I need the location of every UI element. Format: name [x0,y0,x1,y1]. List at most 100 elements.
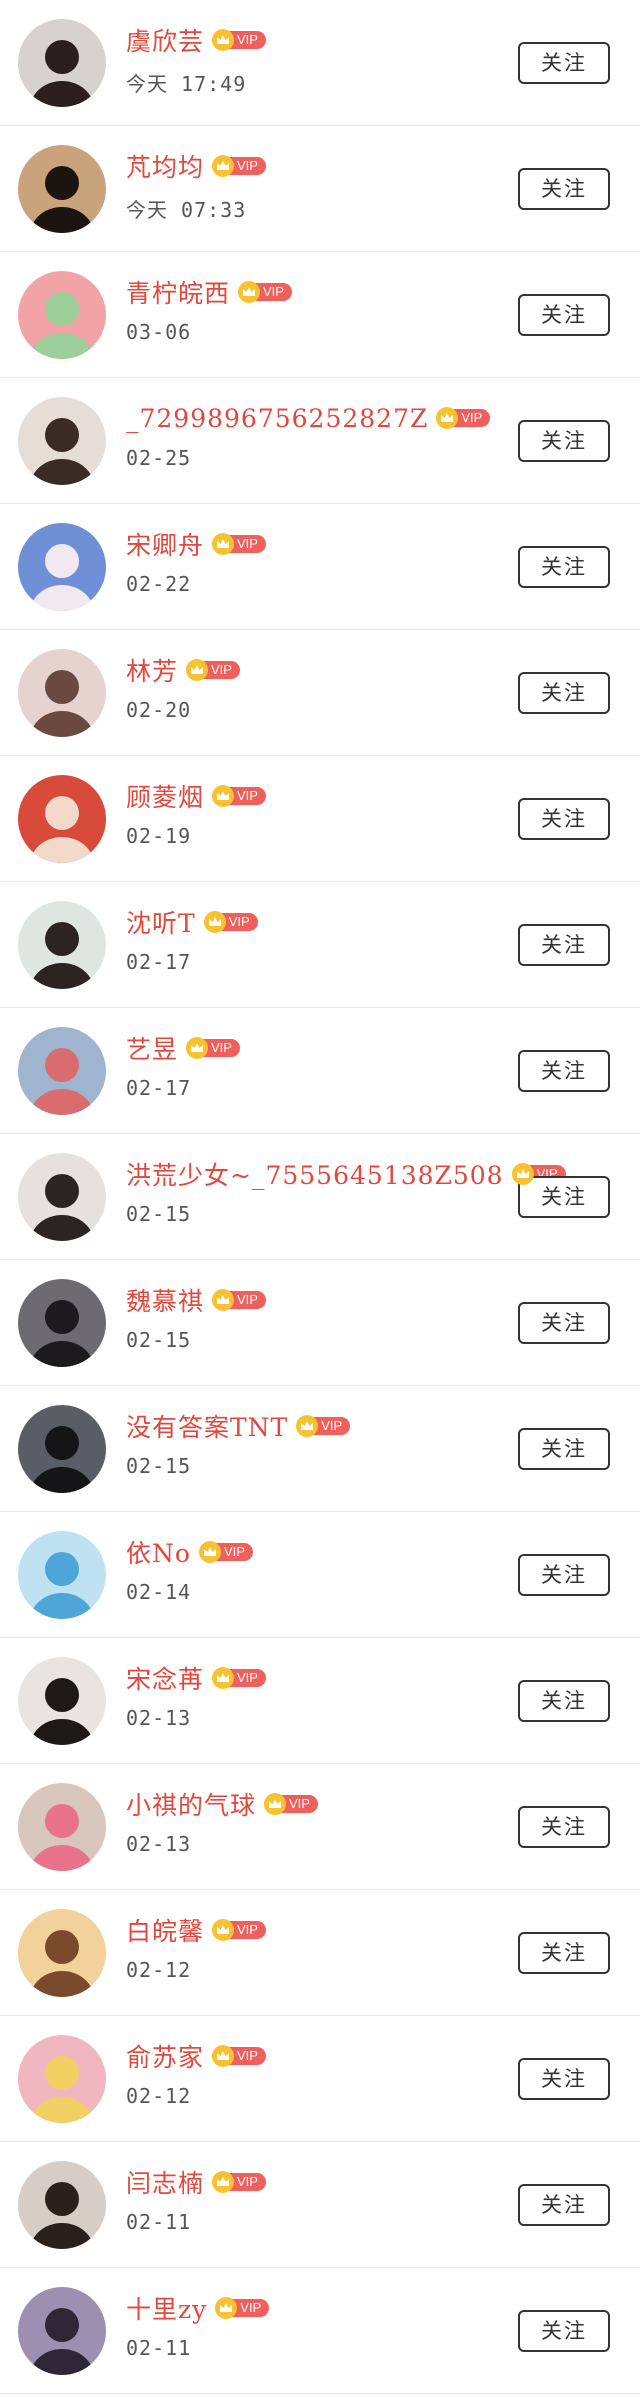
follow-button[interactable]: 关注 [518,546,610,588]
name-line: 俞苏家 VIP [126,2036,266,2076]
name-line: 十里zy VIP [126,2288,270,2328]
list-item-3[interactable]: 青柠皖西 VIP 03-06 关注 [0,252,640,378]
list-item-18[interactable]: 闫志楠 VIP 02-11 关注 [0,2142,640,2268]
avatar[interactable] [18,1783,106,1871]
list-item-13[interactable]: 依No VIP 02-14 关注 [0,1512,640,1638]
list-item-6[interactable]: 林芳 VIP 02-20 关注 [0,630,640,756]
user-name[interactable]: 顾菱烟 [126,778,204,814]
follow-button[interactable]: 关注 [518,672,610,714]
user-name[interactable]: 没有答案TNT [126,1408,288,1444]
user-name[interactable]: 魏慕祺 [126,1282,204,1318]
follow-button[interactable]: 关注 [518,1932,610,1974]
user-name[interactable]: 宋念苒 [126,1660,204,1696]
list-item-5[interactable]: 宋卿舟 VIP 02-22 关注 [0,504,640,630]
vip-badge: VIP [212,29,266,51]
follow-button[interactable]: 关注 [518,294,610,336]
timestamp: 02-13 [126,1706,192,1730]
user-name[interactable]: 白皖馨 [126,1912,204,1948]
timestamp: 02-15 [126,1328,192,1352]
follow-button[interactable]: 关注 [518,1554,610,1596]
user-name[interactable]: 沈听T [126,904,196,940]
timestamp: 02-14 [126,1580,192,1604]
vip-badge: VIP [212,1289,266,1311]
avatar[interactable] [18,145,106,233]
list-item-15[interactable]: 小祺的气球 VIP 02-13 关注 [0,1764,640,1890]
vip-badge: VIP [186,659,240,681]
timestamp: 02-15 [126,1454,192,1478]
follow-button[interactable]: 关注 [518,1050,610,1092]
follow-button[interactable]: 关注 [518,1302,610,1344]
timestamp: 02-13 [126,1832,192,1856]
avatar[interactable] [18,1657,106,1745]
list-item-8[interactable]: 沈听T VIP 02-17 关注 [0,882,640,1008]
follow-button[interactable]: 关注 [518,2184,610,2226]
follow-button[interactable]: 关注 [518,924,610,966]
name-line: 沈听T VIP [126,902,258,942]
list-item-1[interactable]: 虞欣芸 VIP 今天 17:49 关注 [0,0,640,126]
avatar[interactable] [18,19,106,107]
avatar[interactable] [18,1909,106,1997]
user-name[interactable]: 闫志楠 [126,2164,204,2200]
user-name[interactable]: 虞欣芸 [126,22,204,58]
user-name[interactable]: 依No [126,1534,191,1570]
user-name[interactable]: 青柠皖西 [126,274,230,310]
follow-button[interactable]: 关注 [518,2310,610,2352]
list-item-14[interactable]: 宋念苒 VIP 02-13 关注 [0,1638,640,1764]
avatar[interactable] [18,2161,106,2249]
user-name[interactable]: 十里zy [126,2290,207,2326]
user-name[interactable]: 俞苏家 [126,2038,204,2074]
crown-icon [186,659,209,681]
follow-button[interactable]: 关注 [518,42,610,84]
avatar[interactable] [18,1531,106,1619]
name-line: 小祺的气球 VIP [126,1784,318,1824]
user-name[interactable]: 芃均均 [126,148,204,184]
user-name[interactable]: 宋卿舟 [126,526,204,562]
timestamp: 02-20 [126,698,192,722]
user-name[interactable]: 洪荒少女~_7555645138Z508 [126,1156,504,1192]
list-item-10[interactable]: 洪荒少女~_7555645138Z508 VIP 02-15 关注 [0,1134,640,1260]
avatar[interactable] [18,1279,106,1367]
name-line: 艺昱 VIP [126,1028,240,1068]
user-name[interactable]: 艺昱 [126,1030,178,1066]
user-name[interactable]: 林芳 [126,652,178,688]
avatar[interactable] [18,271,106,359]
avatar[interactable] [18,1405,106,1493]
list-item-9[interactable]: 艺昱 VIP 02-17 关注 [0,1008,640,1134]
avatar[interactable] [18,1153,106,1241]
follow-button[interactable]: 关注 [518,420,610,462]
follow-button[interactable]: 关注 [518,798,610,840]
name-line: _7299896756252827Z VIP [126,398,491,438]
list-item-16[interactable]: 白皖馨 VIP 02-12 关注 [0,1890,640,2016]
avatar[interactable] [18,649,106,737]
user-name[interactable]: _7299896756252827Z [126,404,428,433]
vip-badge: VIP [212,155,266,177]
user-name[interactable]: 小祺的气球 [126,1786,256,1822]
timestamp: 今天 07:33 [126,198,247,222]
vip-badge: VIP [264,1793,318,1815]
list-item-2[interactable]: 芃均均 VIP 今天 07:33 关注 [0,126,640,252]
avatar[interactable] [18,901,106,989]
follow-button[interactable]: 关注 [518,168,610,210]
follow-button[interactable]: 关注 [518,2058,610,2100]
avatar[interactable] [18,1027,106,1115]
follow-button[interactable]: 关注 [518,1680,610,1722]
avatar[interactable] [18,775,106,863]
avatar[interactable] [18,397,106,485]
name-line: 虞欣芸 VIP [126,20,266,60]
crown-icon [212,1289,235,1311]
list-item-4[interactable]: _7299896756252827Z VIP 02-25 关注 [0,378,640,504]
list-item-17[interactable]: 俞苏家 VIP 02-12 关注 [0,2016,640,2142]
timestamp: 03-06 [126,320,192,344]
avatar[interactable] [18,523,106,611]
timestamp: 02-17 [126,1076,192,1100]
avatar[interactable] [18,2035,106,2123]
follow-button[interactable]: 关注 [518,1428,610,1470]
follow-button[interactable]: 关注 [518,1176,610,1218]
list-item-11[interactable]: 魏慕祺 VIP 02-15 关注 [0,1260,640,1386]
list-item-12[interactable]: 没有答案TNT VIP 02-15 关注 [0,1386,640,1512]
avatar[interactable] [18,2287,106,2375]
list-item-19[interactable]: 十里zy VIP 02-11 关注 [0,2268,640,2394]
follow-button[interactable]: 关注 [518,1806,610,1848]
list-item-7[interactable]: 顾菱烟 VIP 02-19 关注 [0,756,640,882]
crown-icon [212,1919,235,1941]
